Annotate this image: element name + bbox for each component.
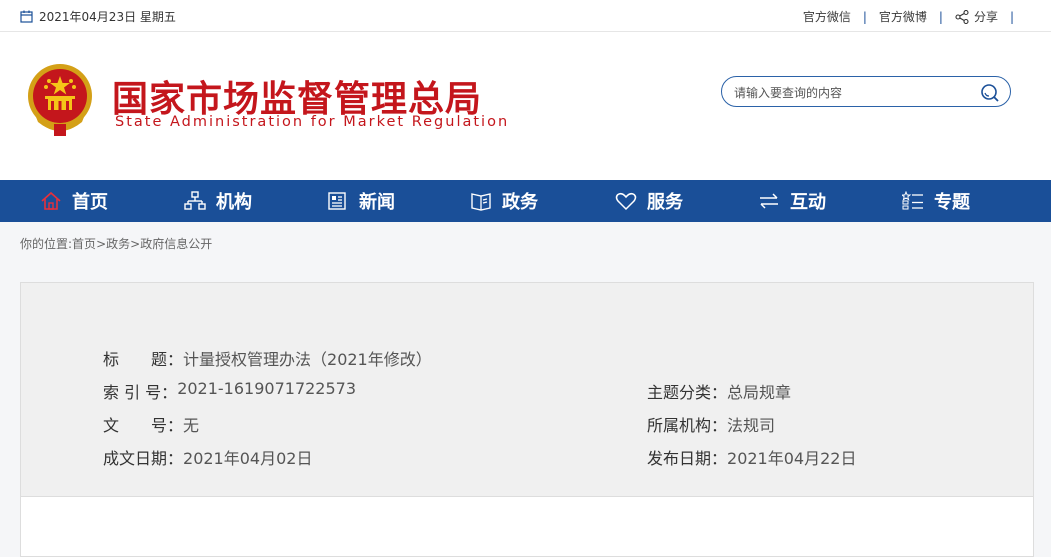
- nav-label: 政务: [502, 192, 538, 213]
- info-docno-row: 文 号： 无: [103, 412, 199, 436]
- info-title-row: 标 题： 计量授权管理办法（2021年修改）: [103, 346, 432, 370]
- info-org-row: 所属机构： 法规司: [647, 412, 775, 436]
- calendar-icon: [20, 10, 33, 23]
- wechat-link[interactable]: 官方微信: [803, 8, 851, 25]
- national-emblem-icon[interactable]: [24, 62, 96, 138]
- share-button[interactable]: 分享: [955, 8, 998, 25]
- info-docno-label: 文 号：: [103, 416, 184, 435]
- nav-item-news[interactable]: 新闻: [327, 180, 395, 222]
- nav-item-interact[interactable]: 互动: [758, 180, 826, 222]
- separator: |: [1009, 9, 1014, 24]
- nav-item-service[interactable]: 服务: [615, 180, 683, 222]
- top-bar: 2021年04月23日 星期五 官方微信 | 官方微博 | 分享 |: [0, 0, 1051, 32]
- breadcrumb-prefix: 你的位置:: [20, 237, 73, 251]
- info-date-row: 成文日期： 2021年04月02日: [103, 445, 312, 469]
- document-info-box: 标 题： 计量授权管理办法（2021年修改） 索 引 号： 2021-16190…: [20, 282, 1034, 497]
- breadcrumb-sep: >: [130, 237, 141, 251]
- weibo-link[interactable]: 官方微博: [879, 8, 927, 25]
- search-icon[interactable]: [980, 83, 1000, 103]
- info-index-row: 索 引 号： 2021-1619071722573: [103, 379, 356, 403]
- home-icon: [41, 191, 61, 210]
- breadcrumb-sep: >: [96, 237, 107, 251]
- exchange-icon: [760, 193, 778, 209]
- top-links: 官方微信 | 官方微博 | 分享 |: [803, 8, 1026, 25]
- news-icon: [328, 192, 346, 210]
- breadcrumb: 你的位置:首页>政务>政府信息公开: [20, 235, 212, 252]
- affairs-icon: [471, 193, 491, 211]
- search-box: [721, 76, 1011, 107]
- nav-item-affairs[interactable]: 政务: [470, 180, 538, 222]
- info-title-value: 计量授权管理办法（2021年修改）: [183, 350, 432, 369]
- info-index-label: 索 引 号：: [103, 383, 178, 402]
- date-display: 2021年04月23日 星期五: [20, 8, 176, 25]
- nav-label: 新闻: [359, 192, 395, 213]
- share-icon: [955, 9, 969, 24]
- nav-label: 机构: [216, 192, 252, 213]
- main-nav: 首页 机构 新闻 政务 服务 互动 专题: [0, 180, 1051, 222]
- share-label: 分享: [973, 10, 998, 24]
- separator: |: [862, 9, 867, 24]
- date-text: 2021年04月23日 星期五: [39, 10, 176, 24]
- nav-label: 专题: [934, 192, 970, 213]
- info-date-value: 2021年04月02日: [183, 449, 313, 468]
- nav-label: 互动: [790, 192, 826, 213]
- info-topic-row: 主题分类： 总局规章: [647, 379, 791, 403]
- org-icon: [184, 191, 206, 210]
- info-pub-row: 发布日期： 2021年04月22日: [647, 445, 856, 469]
- info-org-label: 所属机构：: [647, 416, 728, 435]
- breadcrumb-gov-info[interactable]: 政府信息公开: [140, 237, 212, 251]
- breadcrumb-affairs[interactable]: 政务: [106, 237, 130, 251]
- info-topic-value: 总局规章: [727, 383, 792, 402]
- site-title-en: State Administration for Market Regulati…: [115, 114, 510, 130]
- separator: |: [938, 9, 943, 24]
- nav-label: 首页: [72, 192, 108, 213]
- nav-item-home[interactable]: 首页: [40, 180, 108, 222]
- nav-label: 服务: [647, 192, 683, 213]
- info-topic-label: 主题分类：: [647, 383, 728, 402]
- info-date-label: 成文日期：: [103, 449, 184, 468]
- site-header: 国家市场监督管理总局 State Administration for Mark…: [0, 32, 1051, 180]
- info-title-label: 标 题：: [103, 350, 184, 369]
- info-org-value: 法规司: [727, 416, 776, 435]
- info-docno-value: 无: [183, 416, 200, 435]
- topic-icon: [902, 191, 923, 210]
- nav-item-org[interactable]: 机构: [184, 180, 252, 222]
- article-content: [20, 497, 1034, 557]
- info-pub-label: 发布日期：: [647, 449, 728, 468]
- info-pub-value: 2021年04月22日: [727, 449, 857, 468]
- search-input[interactable]: [732, 82, 976, 104]
- breadcrumb-home[interactable]: 首页: [72, 237, 96, 251]
- info-index-value: 2021-1619071722573: [177, 379, 357, 398]
- nav-item-topic[interactable]: 专题: [902, 180, 970, 222]
- heart-icon: [615, 192, 637, 211]
